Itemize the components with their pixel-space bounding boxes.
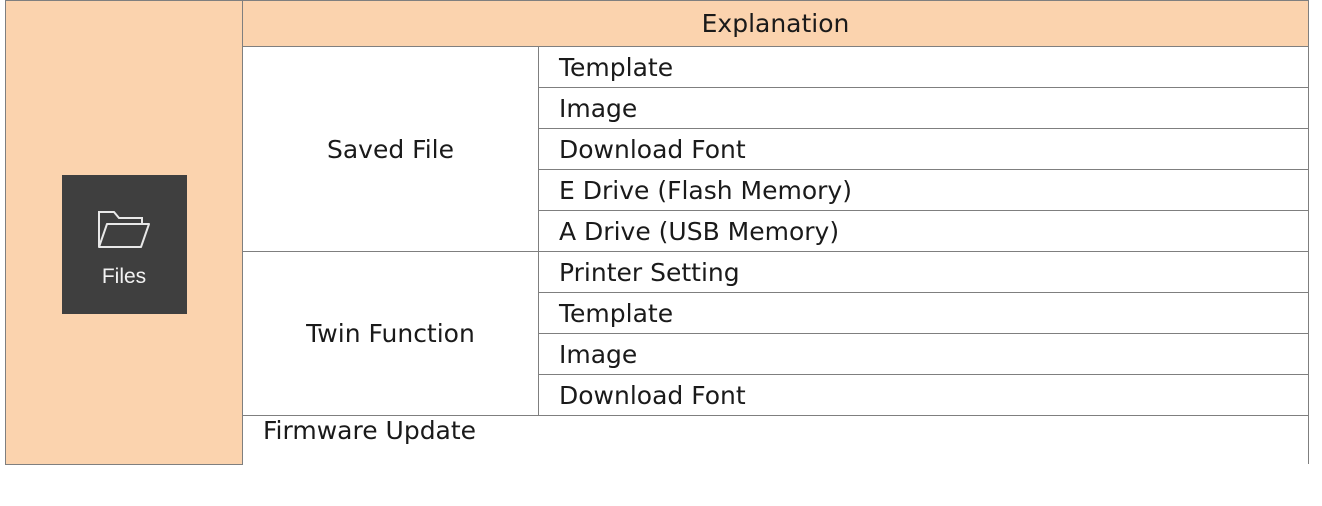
category-twin-function: Twin Function	[242, 251, 539, 416]
item-template: Template	[538, 292, 1309, 334]
explanation-table: Files Explanation Saved File Template Im…	[5, 0, 1309, 465]
item-download-font: Download Font	[538, 128, 1309, 170]
item-a-drive: A Drive (USB Memory)	[538, 210, 1309, 252]
item-image: Image	[538, 333, 1309, 375]
item-image: Image	[538, 87, 1309, 129]
files-label: Files	[101, 265, 147, 289]
files-tile: Files	[61, 174, 187, 314]
item-template: Template	[538, 46, 1309, 88]
item-firmware-update: Firmware Update	[242, 415, 1309, 464]
item-download-font: Download Font	[538, 374, 1309, 416]
folder-icon	[98, 211, 150, 249]
item-printer-setting: Printer Setting	[538, 251, 1309, 293]
item-e-drive: E Drive (Flash Memory)	[538, 169, 1309, 211]
category-saved-file: Saved File	[242, 46, 539, 252]
icon-cell: Files	[5, 0, 243, 465]
header-explanation: Explanation	[242, 0, 1309, 47]
